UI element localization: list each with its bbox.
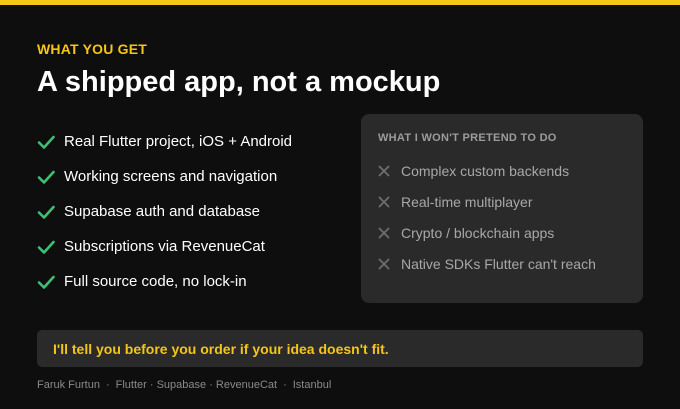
exclusion-item: Complex custom backends [378, 155, 626, 186]
exclusion-label: Crypto / blockchain apps [401, 224, 555, 241]
feature-item: Working screens and navigation [37, 159, 337, 194]
footer-separator: · [283, 379, 287, 391]
check-icon [37, 275, 55, 289]
cross-icon [378, 196, 390, 207]
check-icon [37, 170, 55, 184]
check-icon [37, 240, 55, 254]
feature-item: Real Flutter project, iOS + Android [37, 124, 337, 159]
exclusions-title: WHAT I WON'T PRETEND TO DO [378, 132, 557, 144]
check-icon [37, 135, 55, 149]
exclusions-card: WHAT I WON'T PRETEND TO DO Complex custo… [361, 114, 643, 303]
feature-label: Working screens and navigation [64, 167, 278, 185]
feature-label: Real Flutter project, iOS + Android [64, 132, 293, 150]
feature-item: Supabase auth and database [37, 194, 337, 229]
cross-icon [378, 227, 390, 238]
exclusions-list: Complex custom backends Real-time multip… [378, 155, 626, 279]
footer-separator: · [105, 379, 110, 391]
section-eyebrow: WHAT YOU GET [37, 41, 147, 57]
exclusion-item: Native SDKs Flutter can't reach [378, 248, 626, 279]
page: WHAT YOU GET A shipped app, not a mockup… [0, 0, 680, 409]
footer-name: Faruk Furtun [37, 379, 100, 391]
feature-label: Subscriptions via RevenueCat [64, 237, 265, 255]
fit-notice-text: I'll tell you before you order if your i… [53, 340, 389, 357]
exclusion-label: Real-time multiplayer [401, 193, 533, 210]
feature-label: Supabase auth and database [64, 202, 261, 220]
feature-list: Real Flutter project, iOS + Android Work… [37, 124, 337, 299]
cross-icon [378, 165, 390, 176]
footer: Faruk Furtun · Flutter · Supabase · Revenu… [37, 378, 331, 392]
cross-icon [378, 258, 390, 269]
feature-item: Full source code, no lock-in [37, 264, 337, 299]
feature-item: Subscriptions via RevenueCat [37, 229, 337, 264]
page-title: A shipped app, not a mockup [37, 66, 441, 98]
exclusion-label: Native SDKs Flutter can't reach [401, 255, 596, 272]
top-accent-bar [0, 0, 680, 5]
exclusion-item: Real-time multiplayer [378, 186, 626, 217]
check-icon [37, 205, 55, 219]
exclusion-item: Crypto / blockchain apps [378, 217, 626, 248]
exclusion-label: Complex custom backends [401, 162, 570, 179]
footer-stack: Flutter · Supabase · RevenueCat [115, 379, 278, 391]
feature-label: Full source code, no lock-in [64, 272, 247, 290]
fit-notice: I'll tell you before you order if your i… [37, 330, 643, 367]
footer-location: Istanbul [292, 379, 332, 391]
